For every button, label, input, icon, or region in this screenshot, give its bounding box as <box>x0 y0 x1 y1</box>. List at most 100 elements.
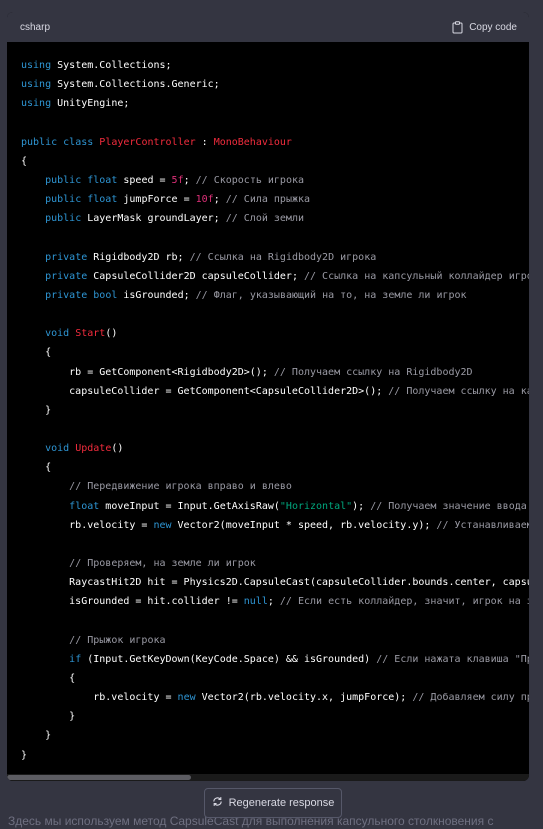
scrollbar-thumb[interactable] <box>7 775 191 780</box>
code-text: : <box>195 136 214 148</box>
code-line: } <box>21 726 529 745</box>
code-line: RaycastHit2D hit = Physics2D.CapsuleCast… <box>21 573 529 592</box>
regenerate-response-button[interactable]: Regenerate response <box>204 788 342 818</box>
code-line: rb.velocity = new Vector2(rb.velocity.x,… <box>21 688 529 707</box>
code-keyword: public <box>45 213 82 225</box>
code-keyword: private <box>45 289 88 301</box>
code-line: public class PlayerController : MonoBeha… <box>21 133 529 152</box>
code-keyword: private <box>45 251 88 263</box>
code-text: } <box>21 730 52 742</box>
code-keyword: new <box>153 519 172 531</box>
code-comment: // Скорость игрока <box>195 174 305 186</box>
code-line: private CapsuleCollider2D capsuleCollide… <box>21 267 529 286</box>
code-keyword: public <box>45 174 82 186</box>
code-keyword: void <box>45 328 70 340</box>
code-text: { <box>21 347 52 359</box>
code-keyword: float <box>87 174 118 186</box>
code-line: using System.Collections; <box>21 56 529 75</box>
code-line: void Update() <box>21 439 529 458</box>
code-string: "Horizontal" <box>279 500 353 512</box>
code-text: } <box>21 404 52 416</box>
code-text: ; <box>267 596 280 608</box>
code-line: private bool isGrounded; // Флаг, указыв… <box>21 286 529 305</box>
code-comment: // Проверяем, на земле ли игрок <box>69 558 256 570</box>
code-keyword: using <box>21 60 52 71</box>
code-text: LayerMask groundLayer; <box>81 213 226 225</box>
code-text: } <box>21 749 28 761</box>
code-line: private Rigidbody2D rb; // Ссылка на Rig… <box>21 248 529 267</box>
code-line: ​ <box>21 612 529 631</box>
code-keyword: public <box>21 136 58 148</box>
code-text: Vector2(rb.velocity.x, jumpForce); <box>195 692 413 704</box>
code-line: public float jumpForce = 10f; // Сила пр… <box>21 190 529 209</box>
code-keyword: void <box>45 443 70 455</box>
code-text: isGrounded = hit.collider != <box>21 596 244 608</box>
code-line: ​ <box>21 420 529 439</box>
code-text: (Input.GetKeyDown(KeyCode.Space) && isGr… <box>81 653 377 665</box>
code-text: RaycastHit2D hit = Physics2D.CapsuleCast… <box>69 577 529 589</box>
code-keyword: public <box>45 194 82 206</box>
code-line: } <box>21 707 529 726</box>
code-keyword: float <box>69 500 100 512</box>
copy-code-button[interactable]: Copy code <box>452 20 517 34</box>
code-lines: using System.Collections; using System.Co… <box>21 56 529 765</box>
code-comment: // Если есть коллайдер, значит, игрок на… <box>279 596 529 608</box>
code-line: using System.Collections.Generic; <box>21 75 529 94</box>
code-text: ; <box>213 194 226 206</box>
code-line: void Start() <box>21 324 529 343</box>
code-comment: // Получаем ссылку на капсульный коллайд… <box>388 385 529 397</box>
code-language-label: csharp <box>20 21 51 33</box>
code-comment: // Получаем ссылку на Rigidbody2D <box>273 366 473 378</box>
code-keyword: null <box>243 596 268 608</box>
code-line: capsuleCollider = GetComponent<CapsuleCo… <box>21 382 529 401</box>
code-comment: // Добавляем силу прыжка <box>412 692 529 704</box>
code-text: () <box>105 328 118 340</box>
code-comment: // Устанавливаем скорость <box>436 519 529 531</box>
code-comment: // Прыжок игрока <box>69 634 166 646</box>
horizontal-scrollbar[interactable] <box>7 774 529 781</box>
clipboard-icon <box>452 20 463 34</box>
code-block: csharp Copy code using System.Collection… <box>7 12 529 781</box>
code-text: rb.velocity = <box>21 692 178 704</box>
code-text: rb = GetComponent<Rigidbody2D>(); <box>21 366 274 378</box>
code-line: { <box>21 458 529 477</box>
code-text: isGrounded; <box>117 289 196 301</box>
code-line: // Передвижение игрока вправо и влево <box>21 477 529 496</box>
code-text: ; <box>183 174 196 186</box>
code-line: float moveInput = Input.GetAxisRaw("Hori… <box>21 497 529 516</box>
code-line: if (Input.GetKeyDown(KeyCode.Space) && i… <box>21 650 529 669</box>
code-comment: // Ссылка на капсульный коллайдер игрока <box>304 270 529 282</box>
code-text: moveInput = Input.GetAxisRaw( <box>99 500 280 512</box>
code-keyword: private <box>45 270 88 282</box>
code-line: { <box>21 343 529 362</box>
code-text: jumpForce = <box>117 194 196 206</box>
code-comment: // Сила прыжка <box>225 194 311 206</box>
code-text: rb.velocity = <box>21 519 154 531</box>
code-text: System.Collections; <box>51 60 172 71</box>
code-content[interactable]: using System.Collections; using System.Co… <box>7 42 529 781</box>
code-text: { <box>21 462 52 474</box>
code-text: { <box>21 673 76 684</box>
code-keyword: bool <box>93 289 118 301</box>
refresh-icon <box>212 796 223 810</box>
code-text: { <box>21 155 28 167</box>
copy-code-label: Copy code <box>469 21 517 33</box>
code-comment: // Передвижение игрока вправо и влево <box>69 481 292 493</box>
code-line: public LayerMask groundLayer; // Слой зе… <box>21 209 529 228</box>
code-comment: // Флаг, указывающий на то, на земле ли … <box>195 289 467 301</box>
code-number: 10f <box>195 194 214 206</box>
code-text: speed = <box>117 174 172 186</box>
code-comment: // Если нажата клавиша "Пробел" <box>376 653 529 665</box>
code-keyword: using <box>21 79 52 91</box>
code-line: isGrounded = hit.collider != null; // Ес… <box>21 592 529 611</box>
code-type-name: Start <box>75 328 106 340</box>
code-comment: // Слой земли <box>225 213 304 225</box>
